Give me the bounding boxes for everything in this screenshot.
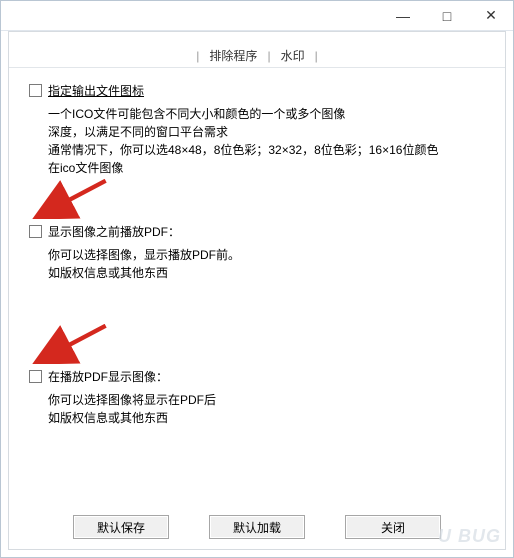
- body-area: 指定输出文件图标 一个ICO文件可能包含不同大小和颜色的一个或多个图像 深度，以…: [9, 68, 505, 427]
- default-load-button[interactable]: 默认加载: [209, 515, 305, 539]
- button-row: 默认保存 默认加载 关闭: [9, 515, 505, 539]
- checkbox-label-output-icon: 指定输出文件图标: [48, 82, 144, 99]
- desc-text: 你可以选择图像，显示播放PDF前。: [48, 246, 493, 264]
- tab-separator: |: [265, 49, 272, 63]
- minimize-button[interactable]: —: [381, 1, 425, 30]
- close-dialog-button[interactable]: 关闭: [345, 515, 441, 539]
- tab-watermark[interactable]: 水印: [273, 47, 313, 64]
- checkbox-pdf-before[interactable]: [29, 225, 42, 238]
- annotation-arrow-icon: [25, 179, 115, 219]
- titlebar: — □ ✕: [1, 1, 513, 31]
- maximize-button[interactable]: □: [425, 1, 469, 30]
- checkbox-row-output-icon: 指定输出文件图标: [29, 82, 493, 99]
- content-frame: | 排除程序 | 水印 | 指定输出文件图标 一个ICO文件可能包含不同大小和颜…: [1, 31, 513, 557]
- tab-separator: |: [194, 49, 201, 63]
- desc-text: 你可以选择图像将显示在PDF后: [48, 391, 493, 409]
- app-window: — □ ✕ | 排除程序 | 水印 | 指定输出文件图标 一个: [0, 0, 514, 558]
- checkbox-output-icon[interactable]: [29, 84, 42, 97]
- group-pdf-before: 显示图像之前播放PDF： 你可以选择图像，显示播放PDF前。 如版权信息或其他东…: [29, 223, 493, 282]
- checkbox-row-pdf-before: 显示图像之前播放PDF：: [29, 223, 493, 240]
- checkbox-label-pdf-after: 在播放PDF显示图像：: [48, 368, 168, 385]
- tab-strip: | 排除程序 | 水印 |: [9, 44, 505, 68]
- tab-exclude-program[interactable]: 排除程序: [201, 47, 265, 64]
- desc-text: 深度，以满足不同的窗口平台需求: [48, 123, 493, 141]
- checkbox-label-pdf-before: 显示图像之前播放PDF：: [48, 223, 180, 240]
- checkbox-pdf-after[interactable]: [29, 370, 42, 383]
- group-pdf-after: 在播放PDF显示图像： 你可以选择图像将显示在PDF后 如版权信息或其他东西: [29, 368, 493, 427]
- desc-text: 一个ICO文件可能包含不同大小和颜色的一个或多个图像: [48, 105, 493, 123]
- desc-text: 在ico文件图像: [48, 159, 493, 177]
- annotation-arrow-icon: [25, 324, 115, 364]
- content-inner: | 排除程序 | 水印 | 指定输出文件图标 一个ICO文件可能包含不同大小和颜…: [8, 31, 506, 550]
- close-button[interactable]: ✕: [469, 1, 513, 30]
- group-output-icon: 指定输出文件图标 一个ICO文件可能包含不同大小和颜色的一个或多个图像 深度，以…: [29, 82, 493, 177]
- default-save-button[interactable]: 默认保存: [73, 515, 169, 539]
- tab-separator: |: [313, 49, 320, 63]
- checkbox-row-pdf-after: 在播放PDF显示图像：: [29, 368, 493, 385]
- desc-text: 如版权信息或其他东西: [48, 264, 493, 282]
- desc-text: 通常情况下，你可以选48×48，8位色彩；32×32，8位色彩；16×16位颜色: [48, 141, 493, 159]
- desc-text: 如版权信息或其他东西: [48, 409, 493, 427]
